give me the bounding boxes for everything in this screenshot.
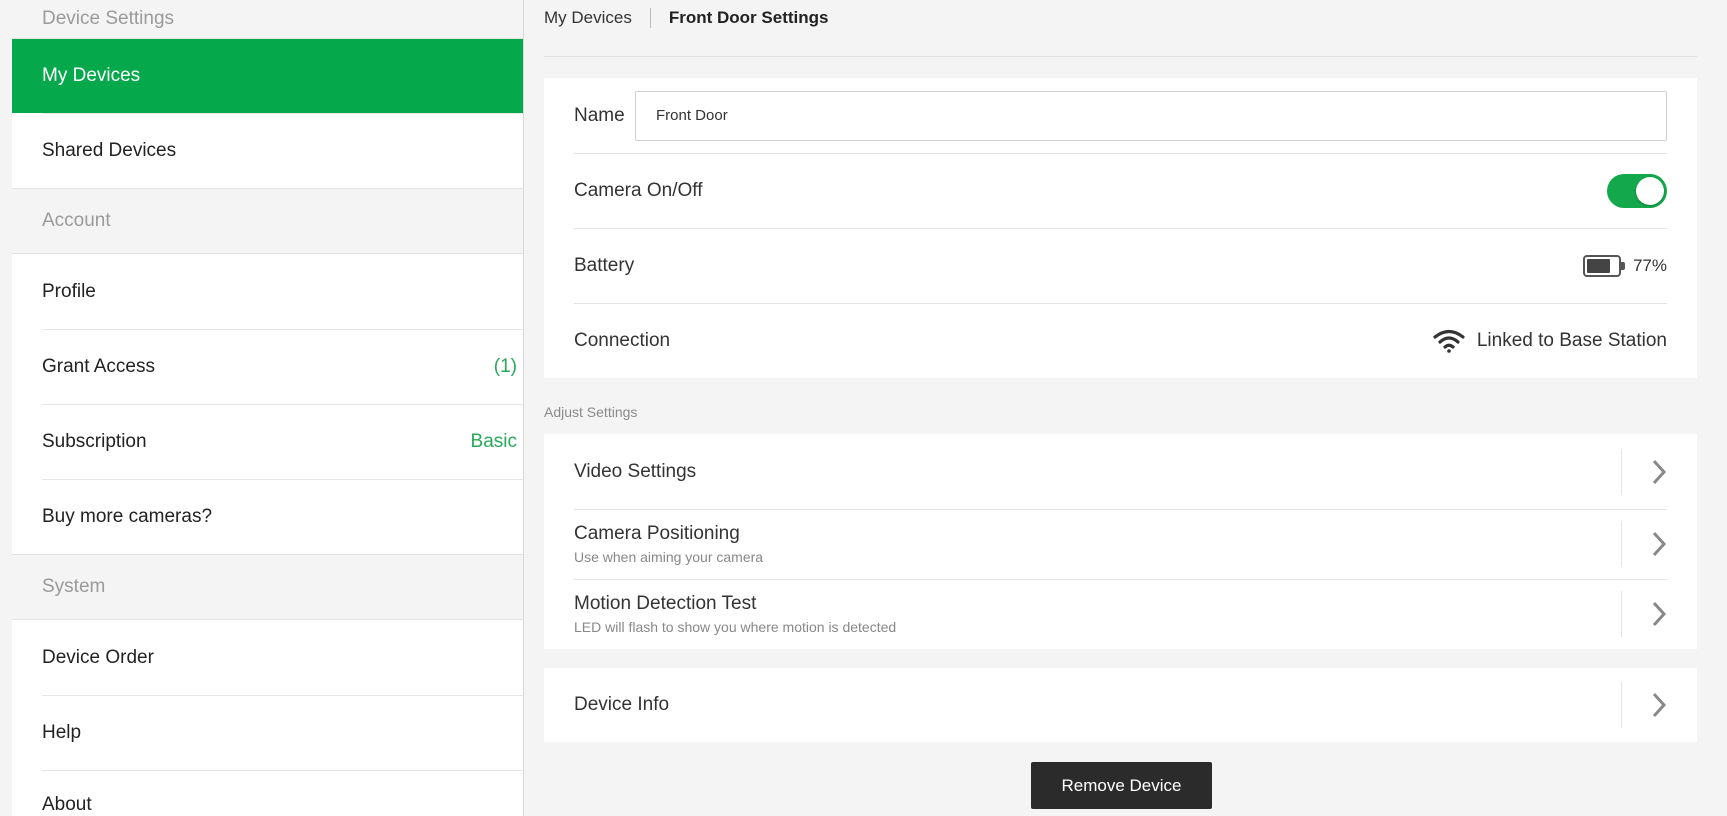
sidebar-item-profile[interactable]: Profile (12, 254, 523, 329)
camera-on-off-label: Camera On/Off (574, 179, 703, 201)
sidebar-section-account: Account (12, 188, 523, 254)
breadcrumb: My Devices Front Door Settings (544, 0, 1697, 57)
subscription-plan-value: Basic (470, 430, 517, 452)
remove-device-button[interactable]: Remove Device (1031, 762, 1212, 809)
sidebar-item-label: About (42, 794, 92, 815)
motion-detection-test-row[interactable]: Motion Detection Test LED will flash to … (544, 579, 1697, 649)
sidebar-item-label: Grant Access (42, 355, 155, 377)
sidebar-item-help[interactable]: Help (12, 695, 523, 770)
battery-level-fill (1586, 258, 1611, 273)
camera-positioning-subtitle: Use when aiming your camera (574, 549, 764, 565)
adjust-settings-card: Video Settings Camera Positioning Use wh… (544, 434, 1697, 649)
chevron-right-icon (1621, 448, 1667, 495)
sidebar-item-label: Buy more cameras? (42, 505, 213, 527)
chevron-right-icon (1621, 591, 1667, 637)
name-label: Name (574, 104, 625, 126)
sidebar-item-shared-devices[interactable]: Shared Devices (12, 113, 523, 188)
toggle-knob (1636, 176, 1664, 205)
sidebar-item-device-order[interactable]: Device Order (12, 620, 523, 695)
connection-row: Connection Linked to Base Station (544, 303, 1697, 378)
sidebar-item-label: My Devices (42, 65, 141, 86)
battery-percent: 77% (1632, 255, 1667, 275)
battery-label: Battery (574, 254, 635, 276)
sidebar-item-label: Subscription (42, 430, 147, 452)
sidebar-item-label: Help (42, 721, 82, 743)
chevron-right-icon (1621, 682, 1667, 728)
sidebar-item-grant-access[interactable]: Grant Access (1) (12, 329, 523, 404)
device-status-card: Name Camera On/Off Battery 77% Connectio… (544, 78, 1697, 378)
sidebar-section-system: System (12, 554, 523, 620)
camera-toggle-row: Camera On/Off (544, 153, 1697, 228)
device-info-card: Device Info (544, 668, 1697, 742)
main-panel: My Devices Front Door Settings Name Came… (524, 0, 1727, 816)
battery-icon (1582, 254, 1625, 277)
motion-detection-test-subtitle: LED will flash to show you where motion … (574, 619, 897, 635)
breadcrumb-divider (649, 8, 651, 28)
sidebar-item-label: Device Order (42, 646, 154, 668)
sidebar-section-device-settings: Device Settings (12, 0, 523, 39)
motion-detection-test-label: Motion Detection Test (574, 593, 757, 614)
camera-on-off-toggle[interactable] (1607, 173, 1667, 208)
connection-status: Linked to Base Station (1433, 329, 1667, 353)
sidebar-item-buy-more-cameras[interactable]: Buy more cameras? (12, 479, 523, 554)
connection-label: Connection (574, 329, 671, 351)
device-info-label: Device Info (574, 694, 670, 715)
motion-detection-test-text: Motion Detection Test LED will flash to … (574, 593, 896, 635)
battery-row: Battery 77% (544, 228, 1697, 303)
sidebar-item-my-devices[interactable]: My Devices (12, 39, 523, 113)
video-settings-label: Video Settings (574, 460, 697, 482)
name-row: Name (544, 78, 1697, 153)
camera-positioning-label: Camera Positioning (574, 523, 740, 544)
page-title: Front Door Settings (668, 8, 829, 27)
grant-access-count-badge: (1) (493, 355, 517, 377)
connection-value: Linked to Base Station (1476, 329, 1667, 351)
sidebar-item-label: Shared Devices (42, 139, 177, 161)
battery-status: 77% (1582, 254, 1667, 277)
sidebar: Device Settings My Devices Shared Device… (12, 0, 524, 816)
breadcrumb-my-devices-link[interactable]: My Devices (544, 8, 632, 28)
device-name-input[interactable] (635, 90, 1667, 141)
chevron-right-icon (1621, 521, 1667, 567)
camera-positioning-row[interactable]: Camera Positioning Use when aiming your … (544, 509, 1697, 579)
video-settings-row[interactable]: Video Settings (544, 434, 1697, 509)
wifi-icon (1433, 329, 1465, 353)
camera-positioning-text: Camera Positioning Use when aiming your … (574, 523, 763, 565)
device-info-row[interactable]: Device Info (544, 668, 1697, 742)
sidebar-item-about[interactable]: About (12, 770, 523, 816)
sidebar-item-label: Profile (42, 280, 96, 302)
adjust-settings-caption: Adjust Settings (544, 404, 638, 420)
sidebar-item-subscription[interactable]: Subscription Basic (12, 404, 523, 479)
